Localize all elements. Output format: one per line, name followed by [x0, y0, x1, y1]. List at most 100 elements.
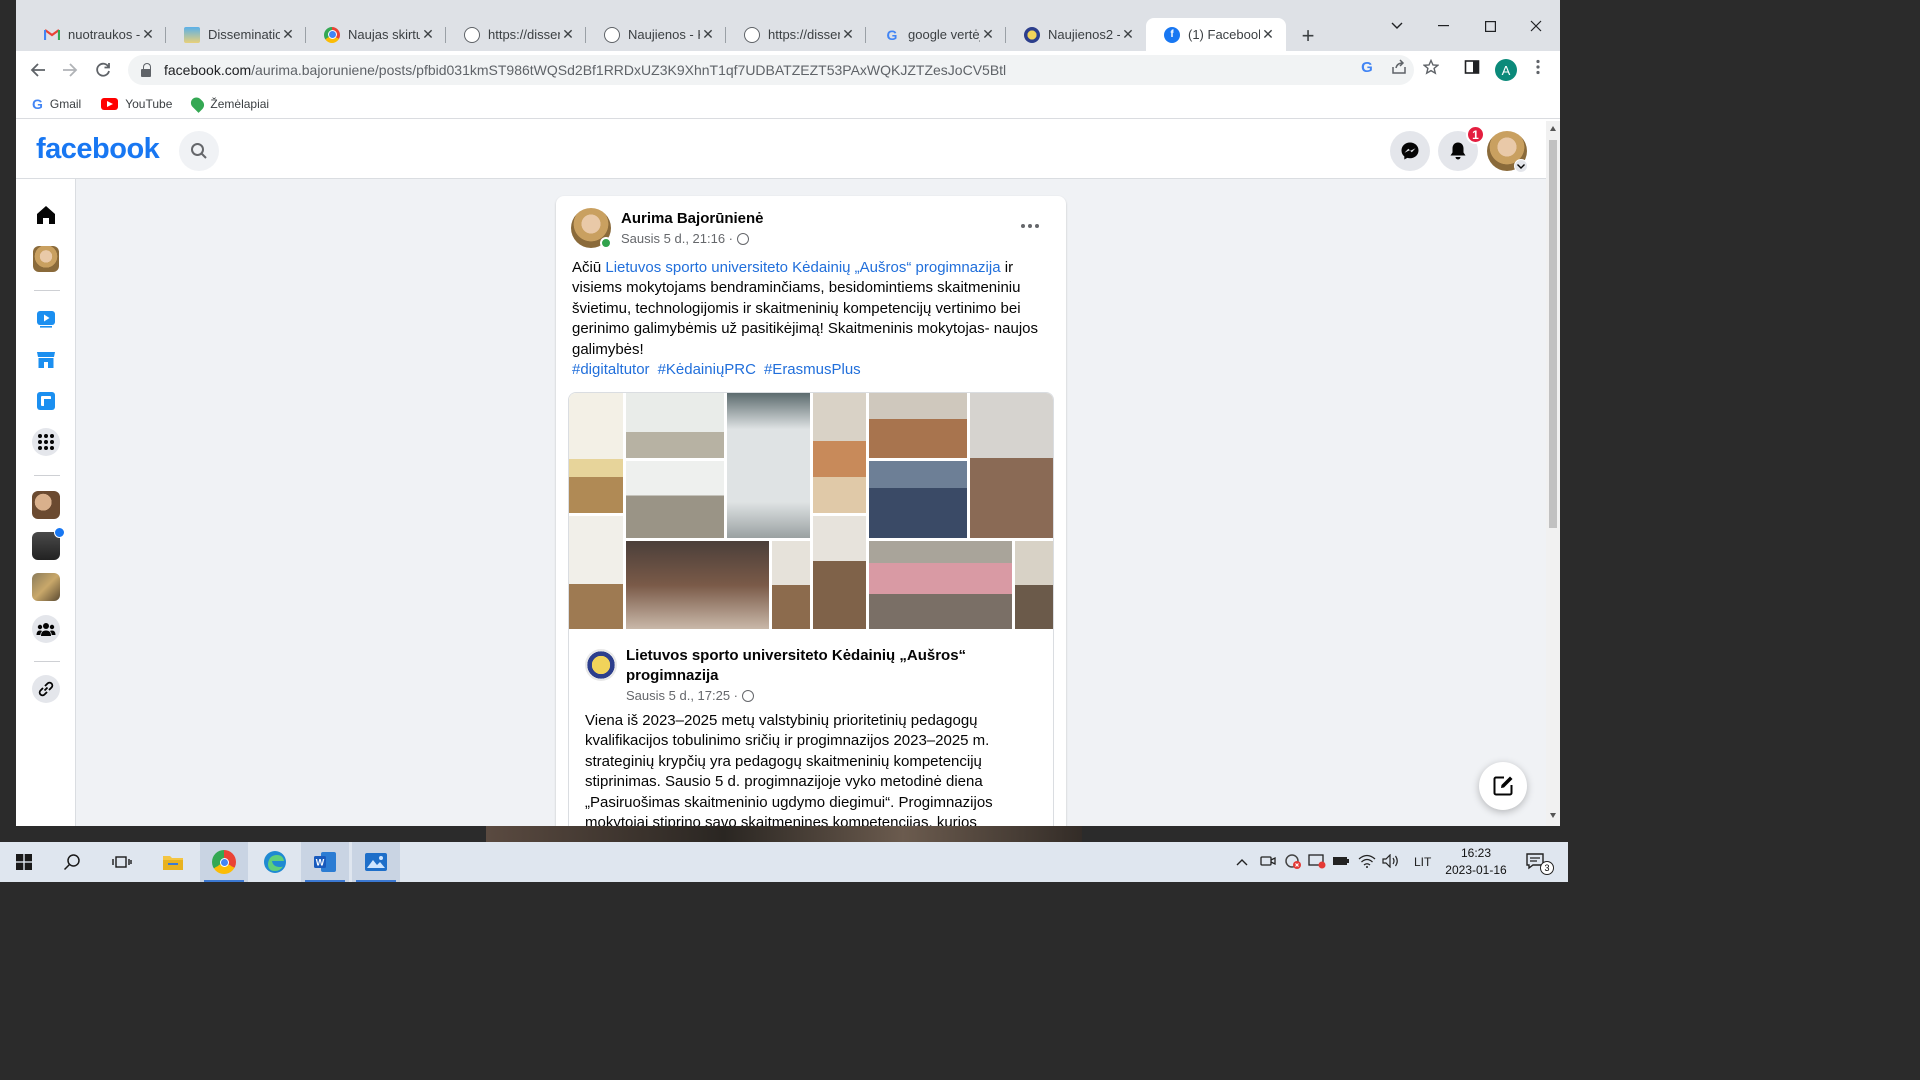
new-tab-button[interactable]: + [1294, 22, 1322, 50]
photo[interactable] [772, 541, 810, 629]
shortcut-1[interactable] [32, 491, 60, 519]
see-more-button[interactable] [32, 428, 60, 456]
close-icon[interactable]: ✕ [700, 26, 716, 43]
photo[interactable] [569, 516, 623, 629]
photo[interactable] [869, 541, 1012, 629]
messenger-button[interactable] [1390, 131, 1430, 171]
page-scrollbar[interactable] [1546, 121, 1560, 826]
side-panel-icon[interactable] [1463, 58, 1481, 76]
photo[interactable] [569, 393, 623, 513]
word-taskbar-button[interactable]: W [301, 842, 349, 882]
forward-button[interactable] [56, 56, 84, 84]
bookmark-star-icon[interactable] [1422, 58, 1440, 76]
task-view-button[interactable] [98, 842, 146, 882]
groups-button[interactable] [32, 615, 60, 643]
tab-naujienos2[interactable]: Naujienos2 - ✕ [1006, 18, 1146, 51]
photo[interactable] [626, 393, 724, 458]
page-mention-link[interactable]: Lietuvos sporto universiteto Kėdainių „A… [605, 259, 1000, 276]
tab-dissen-2[interactable]: https://dissen ✕ [726, 18, 866, 51]
tab-facebook[interactable]: f (1) Facebook ✕ [1146, 18, 1286, 51]
photo[interactable] [813, 393, 866, 513]
battery-icon[interactable] [1332, 855, 1350, 870]
file-explorer-button[interactable] [149, 842, 197, 882]
google-translate-icon[interactable]: G [1358, 58, 1376, 76]
chrome-tray-icon[interactable] [1284, 853, 1302, 872]
shortcut-3[interactable] [32, 573, 60, 601]
meet-now-icon[interactable] [1260, 854, 1276, 871]
close-icon[interactable]: ✕ [1120, 26, 1136, 43]
display-icon[interactable] [1308, 853, 1326, 872]
close-icon[interactable]: ✕ [840, 26, 856, 43]
photo[interactable] [813, 516, 866, 629]
post-author[interactable]: Aurima Bajorūnienė [621, 210, 764, 227]
edge-taskbar-button[interactable] [251, 842, 299, 882]
close-icon[interactable]: ✕ [420, 26, 436, 43]
volume-icon[interactable] [1382, 853, 1400, 871]
wifi-icon[interactable] [1358, 854, 1376, 871]
home-button[interactable] [32, 201, 60, 229]
search-button[interactable] [179, 131, 219, 171]
watch-button[interactable] [32, 305, 60, 333]
shared-post[interactable]: Lietuvos sporto universiteto Kėdainių „A… [568, 392, 1054, 826]
shared-post-date[interactable]: Sausis 5 d., 17:25 · [626, 688, 738, 703]
address-bar[interactable]: facebook.com/aurima.bajoruniene/posts/pf… [128, 55, 1414, 85]
lock-icon[interactable] [140, 63, 154, 77]
photo[interactable] [626, 461, 724, 538]
search-taskbar-button[interactable] [48, 842, 96, 882]
hashtag-link[interactable]: #KėdainiųPRC [658, 361, 756, 378]
close-icon[interactable]: ✕ [140, 26, 156, 43]
close-icon[interactable]: ✕ [280, 26, 296, 43]
maximize-button[interactable] [1467, 12, 1513, 40]
marketplace-button[interactable] [32, 346, 60, 374]
minimize-button[interactable] [1420, 12, 1466, 40]
scroll-down-arrow-icon[interactable] [1550, 813, 1556, 818]
bookmark-youtube[interactable]: YouTube [101, 97, 172, 111]
photo[interactable] [1015, 541, 1053, 629]
photo[interactable] [970, 393, 1053, 538]
post-date[interactable]: Sausis 5 d., 21:16 · [621, 231, 733, 246]
reload-button[interactable] [89, 56, 117, 84]
gaming-button[interactable] [32, 387, 60, 415]
profile-shortcut[interactable] [33, 246, 59, 272]
hashtag-link[interactable]: #digitaltutor [572, 361, 650, 378]
tab-dissen-1[interactable]: https://dissen ✕ [446, 18, 586, 51]
school-avatar[interactable] [585, 649, 617, 681]
post-options-button[interactable] [1014, 210, 1046, 242]
shared-page-name[interactable]: Lietuvos sporto universiteto Kėdainių „A… [626, 646, 1026, 686]
menu-kebab-icon[interactable] [1529, 58, 1547, 76]
scroll-up-arrow-icon[interactable] [1550, 126, 1556, 131]
new-message-button[interactable] [1479, 762, 1527, 810]
close-window-button[interactable] [1513, 12, 1559, 40]
photo[interactable] [626, 541, 769, 629]
action-center-button[interactable]: 3 [1512, 842, 1560, 882]
share-icon[interactable] [1390, 58, 1408, 76]
profile-avatar[interactable]: A [1495, 59, 1517, 81]
tab-new[interactable]: Naujas skirtuk ✕ [306, 18, 446, 51]
clock[interactable]: 16:23 2023-01-16 [1440, 845, 1512, 879]
photo[interactable] [869, 393, 967, 458]
tab-dissemination[interactable]: Dissemination ✕ [166, 18, 306, 51]
scroll-thumb[interactable] [1549, 140, 1557, 528]
bookmark-maps[interactable]: Žemėlapiai [189, 94, 269, 113]
chevron-down-icon[interactable] [1514, 159, 1528, 173]
back-button[interactable] [24, 56, 52, 84]
close-icon[interactable]: ✕ [980, 26, 996, 43]
tab-naujienos[interactable]: Naujienos - K ✕ [586, 18, 726, 51]
photo-grid[interactable] [569, 393, 1053, 629]
start-button[interactable] [0, 842, 48, 882]
facebook-logo[interactable]: facebook [36, 133, 160, 166]
chrome-taskbar-button[interactable] [200, 842, 248, 882]
photo[interactable] [727, 393, 810, 538]
photos-taskbar-button[interactable] [352, 842, 400, 882]
photo[interactable] [869, 461, 967, 538]
close-icon[interactable]: ✕ [560, 26, 576, 43]
close-icon[interactable]: ✕ [1260, 26, 1276, 43]
chevron-up-icon[interactable] [1234, 855, 1250, 869]
hashtag-link[interactable]: #ErasmusPlus [764, 361, 861, 378]
tab-google-translate[interactable]: G google vertėj ✕ [866, 18, 1006, 51]
bookmark-gmail[interactable]: G Gmail [32, 96, 81, 112]
input-language[interactable]: LIT [1414, 855, 1431, 869]
tab-search-icon[interactable] [1374, 12, 1420, 40]
link-button[interactable] [32, 675, 60, 703]
tab-gmail[interactable]: nuotraukos - ✕ [26, 18, 166, 51]
